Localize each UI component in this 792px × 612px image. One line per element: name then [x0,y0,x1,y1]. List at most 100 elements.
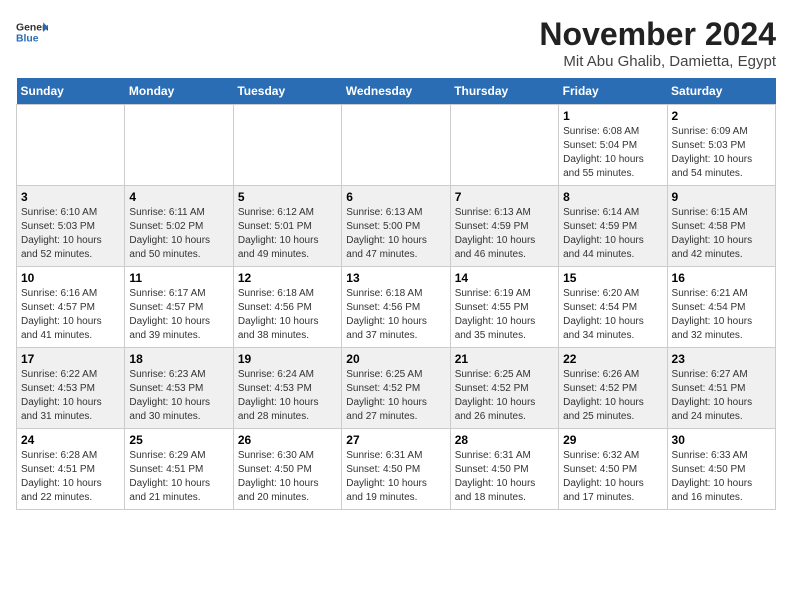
day-number: 15 [563,271,662,285]
day-info: Sunrise: 6:10 AM Sunset: 5:03 PM Dayligh… [21,206,120,262]
calendar-cell: 23 Sunrise: 6:27 AM Sunset: 4:51 PM Dayli… [667,348,775,429]
calendar-cell: 15 Sunrise: 6:20 AM Sunset: 4:54 PM Dayli… [559,267,667,348]
calendar-cell [450,105,558,186]
day-info: Sunrise: 6:16 AM Sunset: 4:57 PM Dayligh… [21,287,120,343]
calendar-cell: 24Sunrise: 6:28 AM Sunset: 4:51 PM Dayli… [17,429,125,510]
day-number: 2 [672,109,771,123]
day-number: 8 [563,190,662,204]
calendar-cell: 1 Sunrise: 6:08 AM Sunset: 5:04 PM Daylig… [559,105,667,186]
weekday-wednesday: Wednesday [342,78,450,105]
calendar-cell: 7 Sunrise: 6:13 AM Sunset: 4:59 PM Daylig… [450,186,558,267]
day-number: 30 [672,433,771,447]
calendar-cell: 11 Sunrise: 6:17 AM Sunset: 4:57 PM Dayli… [125,267,233,348]
logo-icon: General Blue [16,16,48,48]
day-number: 12 [238,271,337,285]
day-info: Sunrise: 6:27 AM Sunset: 4:51 PM Dayligh… [672,368,771,424]
day-number: 14 [455,271,554,285]
day-number: 3 [21,190,120,204]
page-header: General Blue November 2024 Mit Abu Ghali… [16,16,776,70]
day-number: 25 [129,433,228,447]
calendar-cell: 16 Sunrise: 6:21 AM Sunset: 4:54 PM Dayli… [667,267,775,348]
calendar-week-5: 24Sunrise: 6:28 AM Sunset: 4:51 PM Dayli… [17,429,776,510]
calendar-cell: 20Sunrise: 6:25 AM Sunset: 4:52 PM Dayli… [342,348,450,429]
calendar-cell: 5Sunrise: 6:12 AM Sunset: 5:01 PM Daylig… [233,186,341,267]
calendar-cell: 9Sunrise: 6:15 AM Sunset: 4:58 PM Daylig… [667,186,775,267]
day-info: Sunrise: 6:12 AM Sunset: 5:01 PM Dayligh… [238,206,337,262]
day-number: 21 [455,352,554,366]
day-info: Sunrise: 6:24 AM Sunset: 4:53 PM Dayligh… [238,368,337,424]
day-number: 9 [672,190,771,204]
weekday-sunday: Sunday [17,78,125,105]
calendar-cell: 17 Sunrise: 6:22 AM Sunset: 4:53 PM Dayli… [17,348,125,429]
day-info: Sunrise: 6:08 AM Sunset: 5:04 PM Dayligh… [563,125,662,181]
day-info: Sunrise: 6:30 AM Sunset: 4:50 PM Dayligh… [238,449,337,505]
day-number: 22 [563,352,662,366]
calendar-cell: 28 Sunrise: 6:31 AM Sunset: 4:50 PM Dayli… [450,429,558,510]
calendar-cell: 12Sunrise: 6:18 AM Sunset: 4:56 PM Dayli… [233,267,341,348]
day-info: Sunrise: 6:25 AM Sunset: 4:52 PM Dayligh… [346,368,445,424]
calendar-cell [17,105,125,186]
calendar-cell [125,105,233,186]
day-info: Sunrise: 6:31 AM Sunset: 4:50 PM Dayligh… [455,449,554,505]
day-number: 4 [129,190,228,204]
weekday-monday: Monday [125,78,233,105]
weekday-thursday: Thursday [450,78,558,105]
calendar-cell: 30 Sunrise: 6:33 AM Sunset: 4:50 PM Dayli… [667,429,775,510]
day-number: 27 [346,433,445,447]
day-info: Sunrise: 6:21 AM Sunset: 4:54 PM Dayligh… [672,287,771,343]
svg-text:Blue: Blue [16,34,39,45]
calendar-cell: 2 Sunrise: 6:09 AM Sunset: 5:03 PM Daylig… [667,105,775,186]
day-number: 23 [672,352,771,366]
day-info: Sunrise: 6:14 AM Sunset: 4:59 PM Dayligh… [563,206,662,262]
weekday-header-row: SundayMondayTuesdayWednesdayThursdayFrid… [17,78,776,105]
day-number: 29 [563,433,662,447]
day-number: 1 [563,109,662,123]
calendar-cell: 3 Sunrise: 6:10 AM Sunset: 5:03 PM Daylig… [17,186,125,267]
day-info: Sunrise: 6:32 AM Sunset: 4:50 PM Dayligh… [563,449,662,505]
day-info: Sunrise: 6:20 AM Sunset: 4:54 PM Dayligh… [563,287,662,343]
day-info: Sunrise: 6:33 AM Sunset: 4:50 PM Dayligh… [672,449,771,505]
calendar-cell: 26 Sunrise: 6:30 AM Sunset: 4:50 PM Dayli… [233,429,341,510]
day-number: 28 [455,433,554,447]
day-number: 19 [238,352,337,366]
month-year-title: November 2024 [539,16,776,53]
title-block: November 2024 Mit Abu Ghalib, Damietta, … [539,16,776,70]
day-info: Sunrise: 6:23 AM Sunset: 4:53 PM Dayligh… [129,368,228,424]
calendar-cell: 14Sunrise: 6:19 AM Sunset: 4:55 PM Dayli… [450,267,558,348]
day-info: Sunrise: 6:26 AM Sunset: 4:52 PM Dayligh… [563,368,662,424]
calendar-cell: 21 Sunrise: 6:25 AM Sunset: 4:52 PM Dayli… [450,348,558,429]
day-number: 16 [672,271,771,285]
day-number: 26 [238,433,337,447]
day-info: Sunrise: 6:22 AM Sunset: 4:53 PM Dayligh… [21,368,120,424]
calendar-cell: 22 Sunrise: 6:26 AM Sunset: 4:52 PM Dayli… [559,348,667,429]
day-info: Sunrise: 6:09 AM Sunset: 5:03 PM Dayligh… [672,125,771,181]
day-info: Sunrise: 6:18 AM Sunset: 4:56 PM Dayligh… [346,287,445,343]
calendar-cell: 25Sunrise: 6:29 AM Sunset: 4:51 PM Dayli… [125,429,233,510]
day-number: 13 [346,271,445,285]
day-number: 11 [129,271,228,285]
calendar-table: SundayMondayTuesdayWednesdayThursdayFrid… [16,78,776,510]
weekday-saturday: Saturday [667,78,775,105]
day-info: Sunrise: 6:17 AM Sunset: 4:57 PM Dayligh… [129,287,228,343]
calendar-cell: 27Sunrise: 6:31 AM Sunset: 4:50 PM Dayli… [342,429,450,510]
calendar-cell: 18 Sunrise: 6:23 AM Sunset: 4:53 PM Dayli… [125,348,233,429]
calendar-week-1: 1 Sunrise: 6:08 AM Sunset: 5:04 PM Daylig… [17,105,776,186]
calendar-cell: 19 Sunrise: 6:24 AM Sunset: 4:53 PM Dayli… [233,348,341,429]
day-info: Sunrise: 6:11 AM Sunset: 5:02 PM Dayligh… [129,206,228,262]
location-subtitle: Mit Abu Ghalib, Damietta, Egypt [539,53,776,70]
weekday-tuesday: Tuesday [233,78,341,105]
day-number: 7 [455,190,554,204]
day-number: 10 [21,271,120,285]
day-number: 17 [21,352,120,366]
calendar-week-3: 10 Sunrise: 6:16 AM Sunset: 4:57 PM Dayli… [17,267,776,348]
calendar-week-4: 17 Sunrise: 6:22 AM Sunset: 4:53 PM Dayli… [17,348,776,429]
day-number: 6 [346,190,445,204]
calendar-cell: 6Sunrise: 6:13 AM Sunset: 5:00 PM Daylig… [342,186,450,267]
day-info: Sunrise: 6:25 AM Sunset: 4:52 PM Dayligh… [455,368,554,424]
calendar-cell [342,105,450,186]
day-info: Sunrise: 6:28 AM Sunset: 4:51 PM Dayligh… [21,449,120,505]
day-number: 18 [129,352,228,366]
day-info: Sunrise: 6:13 AM Sunset: 4:59 PM Dayligh… [455,206,554,262]
weekday-friday: Friday [559,78,667,105]
logo: General Blue [16,16,48,48]
